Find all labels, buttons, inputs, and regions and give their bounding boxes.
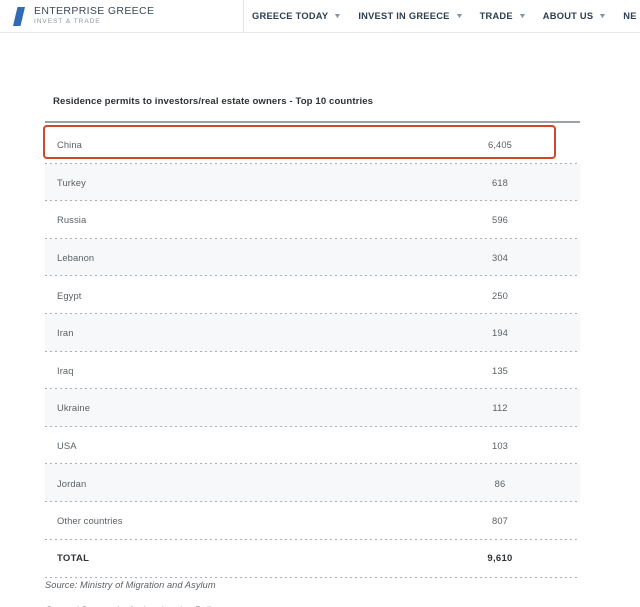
table-row[interactable]: Lebanon 304 bbox=[45, 238, 580, 277]
table-row[interactable]: Egypt 250 bbox=[45, 276, 580, 314]
brand-title: ENTERPRISE GREECE bbox=[34, 5, 155, 18]
cell-country: Egypt bbox=[57, 289, 82, 301]
cell-value: 103 bbox=[492, 440, 508, 452]
brand-subtitle: INVEST & TRADE bbox=[34, 18, 101, 26]
cell-value: 618 bbox=[492, 176, 508, 188]
cell-value: 6,405 bbox=[488, 139, 512, 151]
header-divider bbox=[243, 0, 244, 32]
table-title: Residence permits to investors/real esta… bbox=[53, 96, 374, 107]
chevron-down-icon: ▼ bbox=[454, 12, 464, 20]
table-row-total: TOTAL 9,610 bbox=[45, 539, 580, 578]
table-row[interactable]: Ukraine 112 bbox=[45, 389, 580, 427]
cell-value: 304 bbox=[492, 252, 508, 264]
table-row[interactable]: Iran 194 bbox=[45, 313, 580, 352]
table-row[interactable]: Iraq 135 bbox=[45, 351, 580, 390]
cell-value: 135 bbox=[492, 364, 508, 376]
site-header: ENTERPRISE GREECE INVEST & TRADE GREECE … bbox=[0, 0, 640, 33]
nav-item-invest-in-greece[interactable]: INVEST IN GREECE ▼ bbox=[358, 0, 464, 33]
cell-country: Ukraine bbox=[57, 402, 91, 414]
nav-label: TRADE bbox=[479, 11, 513, 21]
table-row[interactable]: Russia 596 bbox=[45, 201, 580, 239]
cell-country: Iraq bbox=[57, 364, 74, 376]
chevron-down-icon: ▼ bbox=[333, 12, 343, 20]
nav-item-news[interactable]: NE bbox=[623, 0, 636, 33]
main-navigation: GREECE TODAY ▼ INVEST IN GREECE ▼ TRADE … bbox=[252, 0, 640, 33]
total-value: 9,610 bbox=[487, 553, 513, 565]
cell-country: Lebanon bbox=[57, 252, 95, 264]
chevron-down-icon: ▼ bbox=[517, 12, 527, 20]
cell-value: 250 bbox=[492, 289, 508, 301]
table-row[interactable]: China 6,405 bbox=[45, 126, 580, 164]
cell-country: Turkey bbox=[57, 176, 86, 188]
brand-logo[interactable]: ENTERPRISE GREECE INVEST & TRADE bbox=[0, 6, 243, 26]
cell-value: 194 bbox=[492, 327, 508, 339]
cell-country: Other countries bbox=[57, 515, 123, 527]
enterprise-greece-logo-icon bbox=[12, 6, 26, 26]
cell-value: 86 bbox=[494, 477, 506, 489]
chevron-down-icon: ▼ bbox=[598, 12, 608, 20]
cell-country: Jordan bbox=[57, 477, 87, 489]
total-label: TOTAL bbox=[57, 553, 90, 565]
nav-item-trade[interactable]: TRADE ▼ bbox=[479, 0, 527, 33]
table-row[interactable]: USA 103 bbox=[45, 426, 580, 465]
cell-country: Iran bbox=[57, 327, 74, 339]
table-row[interactable]: Turkey 618 bbox=[45, 163, 580, 202]
nav-item-greece-today[interactable]: GREECE TODAY ▼ bbox=[252, 0, 343, 33]
cell-value: 596 bbox=[492, 214, 508, 226]
source-note: Source: Ministry of Migration and Asylum bbox=[45, 580, 216, 590]
nav-label: ABOUT US bbox=[542, 11, 594, 21]
nav-label: INVEST IN GREECE bbox=[358, 11, 450, 21]
row-separator bbox=[45, 576, 580, 578]
cell-country: USA bbox=[57, 440, 77, 452]
cell-country: Russia bbox=[57, 214, 87, 226]
title-underline-rule bbox=[45, 121, 580, 123]
nav-label: NE bbox=[623, 11, 637, 21]
cell-value: 807 bbox=[492, 515, 508, 527]
cell-country: China bbox=[57, 139, 82, 151]
residence-permits-table: China 6,405 Turkey 618 Russia 596 Lebano… bbox=[45, 126, 580, 578]
table-row[interactable]: Jordan 86 bbox=[45, 464, 580, 502]
nav-label: GREECE TODAY bbox=[252, 11, 329, 21]
table-row[interactable]: Other countries 807 bbox=[45, 501, 580, 540]
nav-item-about-us[interactable]: ABOUT US ▼ bbox=[543, 0, 607, 33]
cell-value: 112 bbox=[492, 402, 508, 414]
